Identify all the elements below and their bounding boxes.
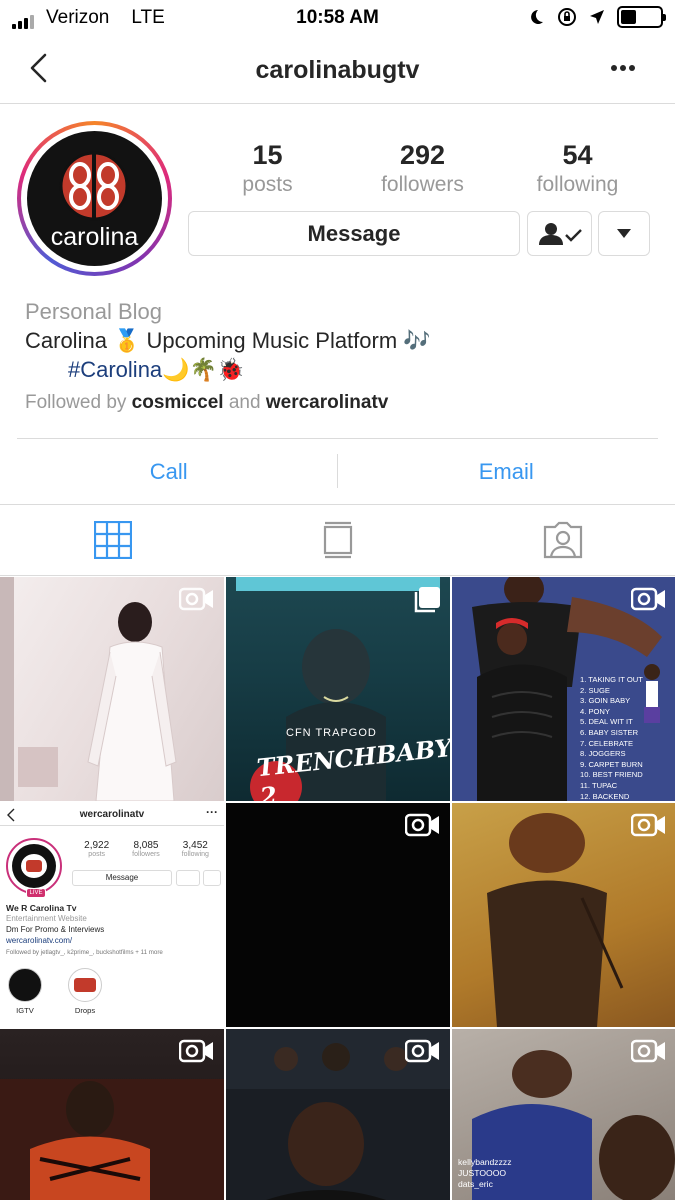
rotation-lock-icon [558,8,576,26]
divider [337,454,338,488]
post-thumbnail[interactable] [0,1029,224,1200]
more-options-icon: ··· [206,805,218,819]
nav-bar: carolinabugtv [0,36,675,104]
album-artist: CFN TRAPGOD [286,727,377,739]
post-thumbnail[interactable]: wercarolinatv ··· LIVE 2,922 posts 8,085 f… [0,803,224,1027]
profile-stats: 15 posts 292 followers 54 following [190,140,655,197]
avatar-label: carolina [50,223,139,251]
caret-down-icon [617,228,631,238]
moon-icon [531,10,543,24]
post-thumbnail[interactable] [0,577,224,801]
post-thumbnail[interactable] [452,803,675,1027]
highlight-igtv [8,968,42,1002]
grid-icon [93,521,132,559]
avatar[interactable]: carolina [27,131,162,266]
following-button[interactable] [527,211,592,256]
tab-grid[interactable] [0,505,225,575]
video-icon [405,1039,439,1063]
post-thumbnail[interactable]: kellybandzzzz JUSTOOOO dats_eric [452,1029,675,1200]
followed-by[interactable]: Followed by cosmiccel and wercarolinatv [25,388,655,417]
bio: Personal Blog Carolina 🥇 Upcoming Music … [25,297,655,417]
location-icon [590,10,604,24]
embedded-message-button: Message [72,870,172,886]
profile-tabs [0,504,675,576]
tab-feed[interactable] [225,505,450,575]
message-button[interactable]: Message [188,211,520,256]
embedded-avatar: LIVE [6,838,62,898]
live-badge: LIVE [26,888,46,898]
highlight-drops [68,968,102,1002]
following-stat[interactable]: 54 following [500,140,655,197]
email-button[interactable]: Email [338,440,675,504]
feed-icon [323,521,352,559]
post-thumbnail[interactable]: CFN TRAPGOD TRENCHBABY 2 [226,577,450,801]
carousel-icon [414,587,440,613]
post-thumbnail[interactable]: 1. TAKING IT OUT 2. SUGE 3. GOIN BABY 4.… [452,577,675,801]
video-icon [631,587,665,611]
video-icon [631,1039,665,1063]
battery-icon [617,6,666,28]
story-ring[interactable]: carolina [17,121,172,276]
tagged-icon [543,521,582,559]
tracklist: 1. TAKING IT OUT 2. SUGE 3. GOIN BABY 4.… [580,675,643,801]
status-bar: Verizon LTE 10:58 AM [0,0,675,36]
more-options-icon[interactable] [611,64,635,72]
followers-stat[interactable]: 292 followers [345,140,500,197]
live-comments: kellybandzzzz JUSTOOOO dats_eric [458,1157,512,1189]
video-icon [179,587,213,611]
divider [17,438,658,439]
bio-line: Carolina 🥇 Upcoming Music Platform 🎶 [25,328,431,353]
bio-hashtag[interactable]: #Carolina🌙🌴🐞 [25,355,655,384]
suggested-dropdown-button[interactable] [598,211,650,256]
posts-stat[interactable]: 15 posts [190,140,345,197]
video-icon [631,813,665,837]
embedded-username: wercarolinatv [79,809,145,820]
video-icon [179,1039,213,1063]
person-check-icon [538,222,582,245]
page-title: carolinabugtv [255,56,420,84]
tab-tagged[interactable] [450,505,675,575]
profile-category: Personal Blog [25,299,162,324]
call-button[interactable]: Call [0,440,338,504]
video-icon [405,813,439,837]
post-thumbnail[interactable] [226,803,450,1027]
post-thumbnail[interactable] [226,1029,450,1200]
